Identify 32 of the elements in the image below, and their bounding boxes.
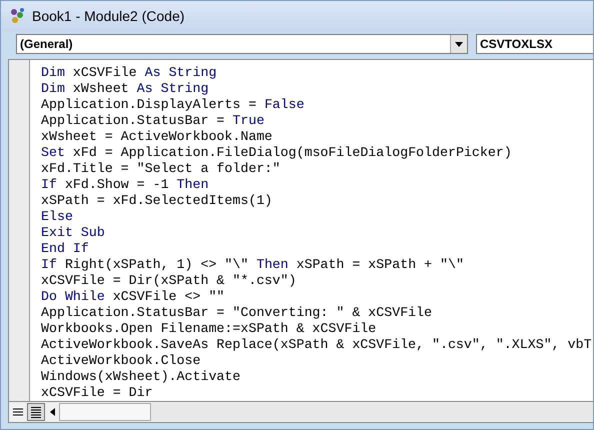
code-line: xCSVFile = Dir(xSPath & "*.csv") (41, 273, 298, 289)
code-line: Else (41, 209, 74, 225)
code-line: xWsheet = ActiveWorkbook.Name (41, 129, 274, 145)
caret-icon (455, 42, 463, 46)
scrollbar-thumb[interactable] (59, 403, 151, 421)
window-title: Book1 - Module2 (Code) (32, 8, 185, 24)
code-line: End If (41, 241, 90, 257)
module-view-button[interactable] (27, 403, 45, 421)
code-line: If xFd.Show = -1 Then (41, 177, 210, 193)
lines-icon (12, 407, 24, 417)
code-line: If Right(xSPath, 1) <> "\" Then xSPath = xSPath + "\" (41, 257, 465, 273)
code-line: Application.StatusBar = True (41, 113, 266, 129)
code-line: ActiveWorkbook.Close (41, 353, 202, 369)
procedure-dropdown[interactable]: CSVTOXLSX (476, 34, 593, 54)
code-line: Workbooks.Open Filename:=xSPath & xCSVFile (41, 321, 378, 337)
code-line: Dim xCSVFile As String (41, 65, 218, 81)
left-arrow-icon (50, 408, 54, 416)
code-line: xFd.Title = "Select a folder:" (41, 161, 282, 177)
code-line: xCSVFile = Dir (41, 385, 154, 401)
code-line: Do While xCSVFile <> "" (41, 289, 226, 305)
code-line: Set xFd = Application.FileDialog(msoFileDialogFolderPicker) (41, 145, 513, 161)
object-dropdown[interactable]: (General) (16, 34, 468, 54)
code-line: Application.StatusBar = "Converting: " & xCSVFile (41, 305, 433, 321)
dropdown-button[interactable] (450, 35, 467, 53)
code-line: Dim xWsheet As String (41, 81, 210, 97)
code-line: Windows(xWsheet).Activate (41, 369, 242, 385)
code-line: Exit Sub (41, 225, 106, 241)
code-line: ActiveWorkbook.SaveAs Replace(xSPath & xCSVFile, ".csv", ".XLXS", vbT (41, 337, 593, 353)
horizontal-scrollbar[interactable] (59, 403, 593, 421)
lines-icon (30, 406, 42, 418)
code-line: xSPath = xFd.SelectedItems(1) (41, 193, 274, 209)
code-line: Application.DisplayAlerts = False (41, 97, 306, 113)
